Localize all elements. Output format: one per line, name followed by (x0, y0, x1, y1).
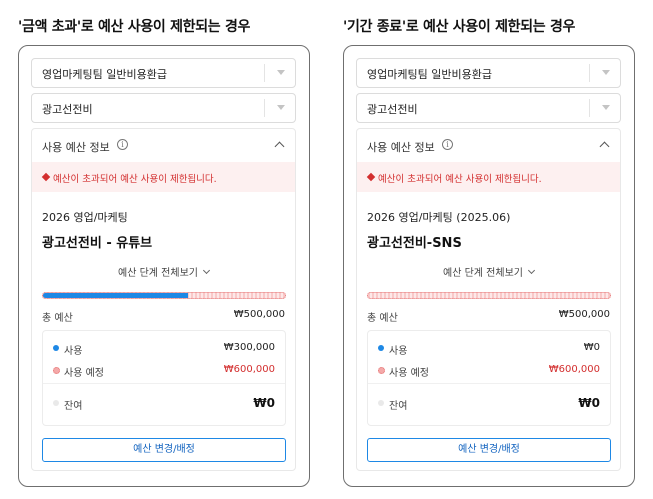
select-divider (589, 64, 590, 82)
view-all-label: 예산 단계 전체보기 (118, 268, 198, 279)
chevron-down-icon (202, 266, 211, 275)
planned-label: 사용 예정 (389, 368, 429, 379)
used-label: 사용 (389, 346, 408, 357)
remaining-label: 잔여 (389, 401, 408, 412)
total-budget-label: 총 예산 (367, 313, 398, 324)
chevron-down-icon (277, 70, 285, 75)
total-budget-value: ₩500,000 (558, 309, 610, 320)
planned-dot-icon (53, 367, 60, 374)
budget-info-panel: 사용 예산 정보 i 예산이 초과되어 예산 사용이 제한됩니다. 2026 영… (31, 128, 296, 471)
planned-value: ₩600,000 (223, 364, 275, 375)
collapse-chevron-icon[interactable] (599, 141, 610, 152)
planned-label: 사용 예정 (64, 368, 104, 379)
warning-diamond-icon (41, 172, 51, 182)
phone-frame: 영업마케팅팀 일반비용환급 광고선전비 사용 예산 정보 i 예산이 초과되어 … (343, 45, 635, 487)
remaining-dot-icon (53, 400, 59, 406)
budget-change-button[interactable]: 예산 변경/배정 (42, 438, 286, 462)
account-select-value: 영업마케팅팀 일반비용환급 (367, 68, 492, 81)
budget-breakdown: 사용 ₩300,000 사용 예정 ₩600,000 잔여 ₩0 (42, 330, 286, 426)
info-icon[interactable]: i (117, 139, 128, 150)
total-budget-label: 총 예산 (42, 313, 73, 324)
info-icon[interactable]: i (442, 139, 453, 150)
example-heading: '기간 종료'로 예산 사용이 제한되는 경우 (343, 19, 576, 35)
view-all-stages-link[interactable]: 예산 단계 전체보기 (32, 264, 295, 279)
restriction-alert: 예산이 초과되어 예산 사용이 제한됩니다. (357, 162, 620, 192)
budget-info-panel: 사용 예산 정보 i 예산이 초과되어 예산 사용이 제한됩니다. 2026 영… (356, 128, 621, 471)
remaining-value: ₩0 (578, 396, 600, 410)
budget-breakdown: 사용 ₩0 사용 예정 ₩600,000 잔여 ₩0 (367, 330, 611, 426)
category-select-value: 광고선전비 (367, 103, 418, 116)
chevron-down-icon (602, 105, 610, 110)
remaining-dot-icon (378, 400, 384, 406)
budget-period: 2026 영업/마케팅 (42, 211, 128, 224)
used-label: 사용 (64, 346, 83, 357)
select-divider (264, 64, 265, 82)
account-select-value: 영업마케팅팀 일반비용환급 (42, 68, 167, 81)
used-value: ₩300,000 (223, 342, 275, 353)
used-value: ₩0 (583, 342, 600, 353)
warning-diamond-icon (366, 172, 376, 182)
category-select[interactable]: 광고선전비 (356, 93, 621, 123)
phone-frame: 영업마케팅팀 일반비용환급 광고선전비 사용 예산 정보 i 예산이 초과되어 … (18, 45, 310, 487)
divider (43, 383, 285, 384)
remaining-label: 잔여 (64, 401, 83, 412)
chevron-down-icon (602, 70, 610, 75)
budget-change-button[interactable]: 예산 변경/배정 (367, 438, 611, 462)
panel-title: 사용 예산 정보 (367, 141, 435, 154)
budget-name: 광고선전비-SNS (367, 236, 462, 251)
total-budget-value: ₩500,000 (233, 309, 285, 320)
divider (368, 383, 610, 384)
panel-title: 사용 예산 정보 (42, 141, 110, 154)
view-all-label: 예산 단계 전체보기 (443, 268, 523, 279)
select-divider (264, 99, 265, 117)
budget-progress-bar (42, 292, 286, 299)
view-all-stages-link[interactable]: 예산 단계 전체보기 (357, 264, 620, 279)
used-dot-icon (53, 345, 59, 351)
budget-progress-bar (367, 292, 611, 299)
planned-dot-icon (378, 367, 385, 374)
account-select[interactable]: 영업마케팅팀 일반비용환급 (31, 58, 296, 88)
chevron-down-icon (527, 266, 536, 275)
category-select-value: 광고선전비 (42, 103, 93, 116)
chevron-down-icon (277, 105, 285, 110)
example-heading: '금액 초과'로 예산 사용이 제한되는 경우 (18, 19, 251, 35)
account-select[interactable]: 영업마케팅팀 일반비용환급 (356, 58, 621, 88)
used-dot-icon (378, 345, 384, 351)
alert-message: 예산이 초과되어 예산 사용이 제한됩니다. (53, 174, 217, 185)
used-fill (43, 293, 189, 298)
collapse-chevron-icon[interactable] (274, 141, 285, 152)
category-select[interactable]: 광고선전비 (31, 93, 296, 123)
remaining-value: ₩0 (253, 396, 275, 410)
restriction-alert: 예산이 초과되어 예산 사용이 제한됩니다. (32, 162, 295, 192)
budget-period: 2026 영업/마케팅 (2025.06) (367, 211, 511, 224)
budget-name: 광고선전비 - 유튜브 (42, 236, 153, 251)
select-divider (589, 99, 590, 117)
alert-message: 예산이 초과되어 예산 사용이 제한됩니다. (378, 174, 542, 185)
planned-value: ₩600,000 (548, 364, 600, 375)
